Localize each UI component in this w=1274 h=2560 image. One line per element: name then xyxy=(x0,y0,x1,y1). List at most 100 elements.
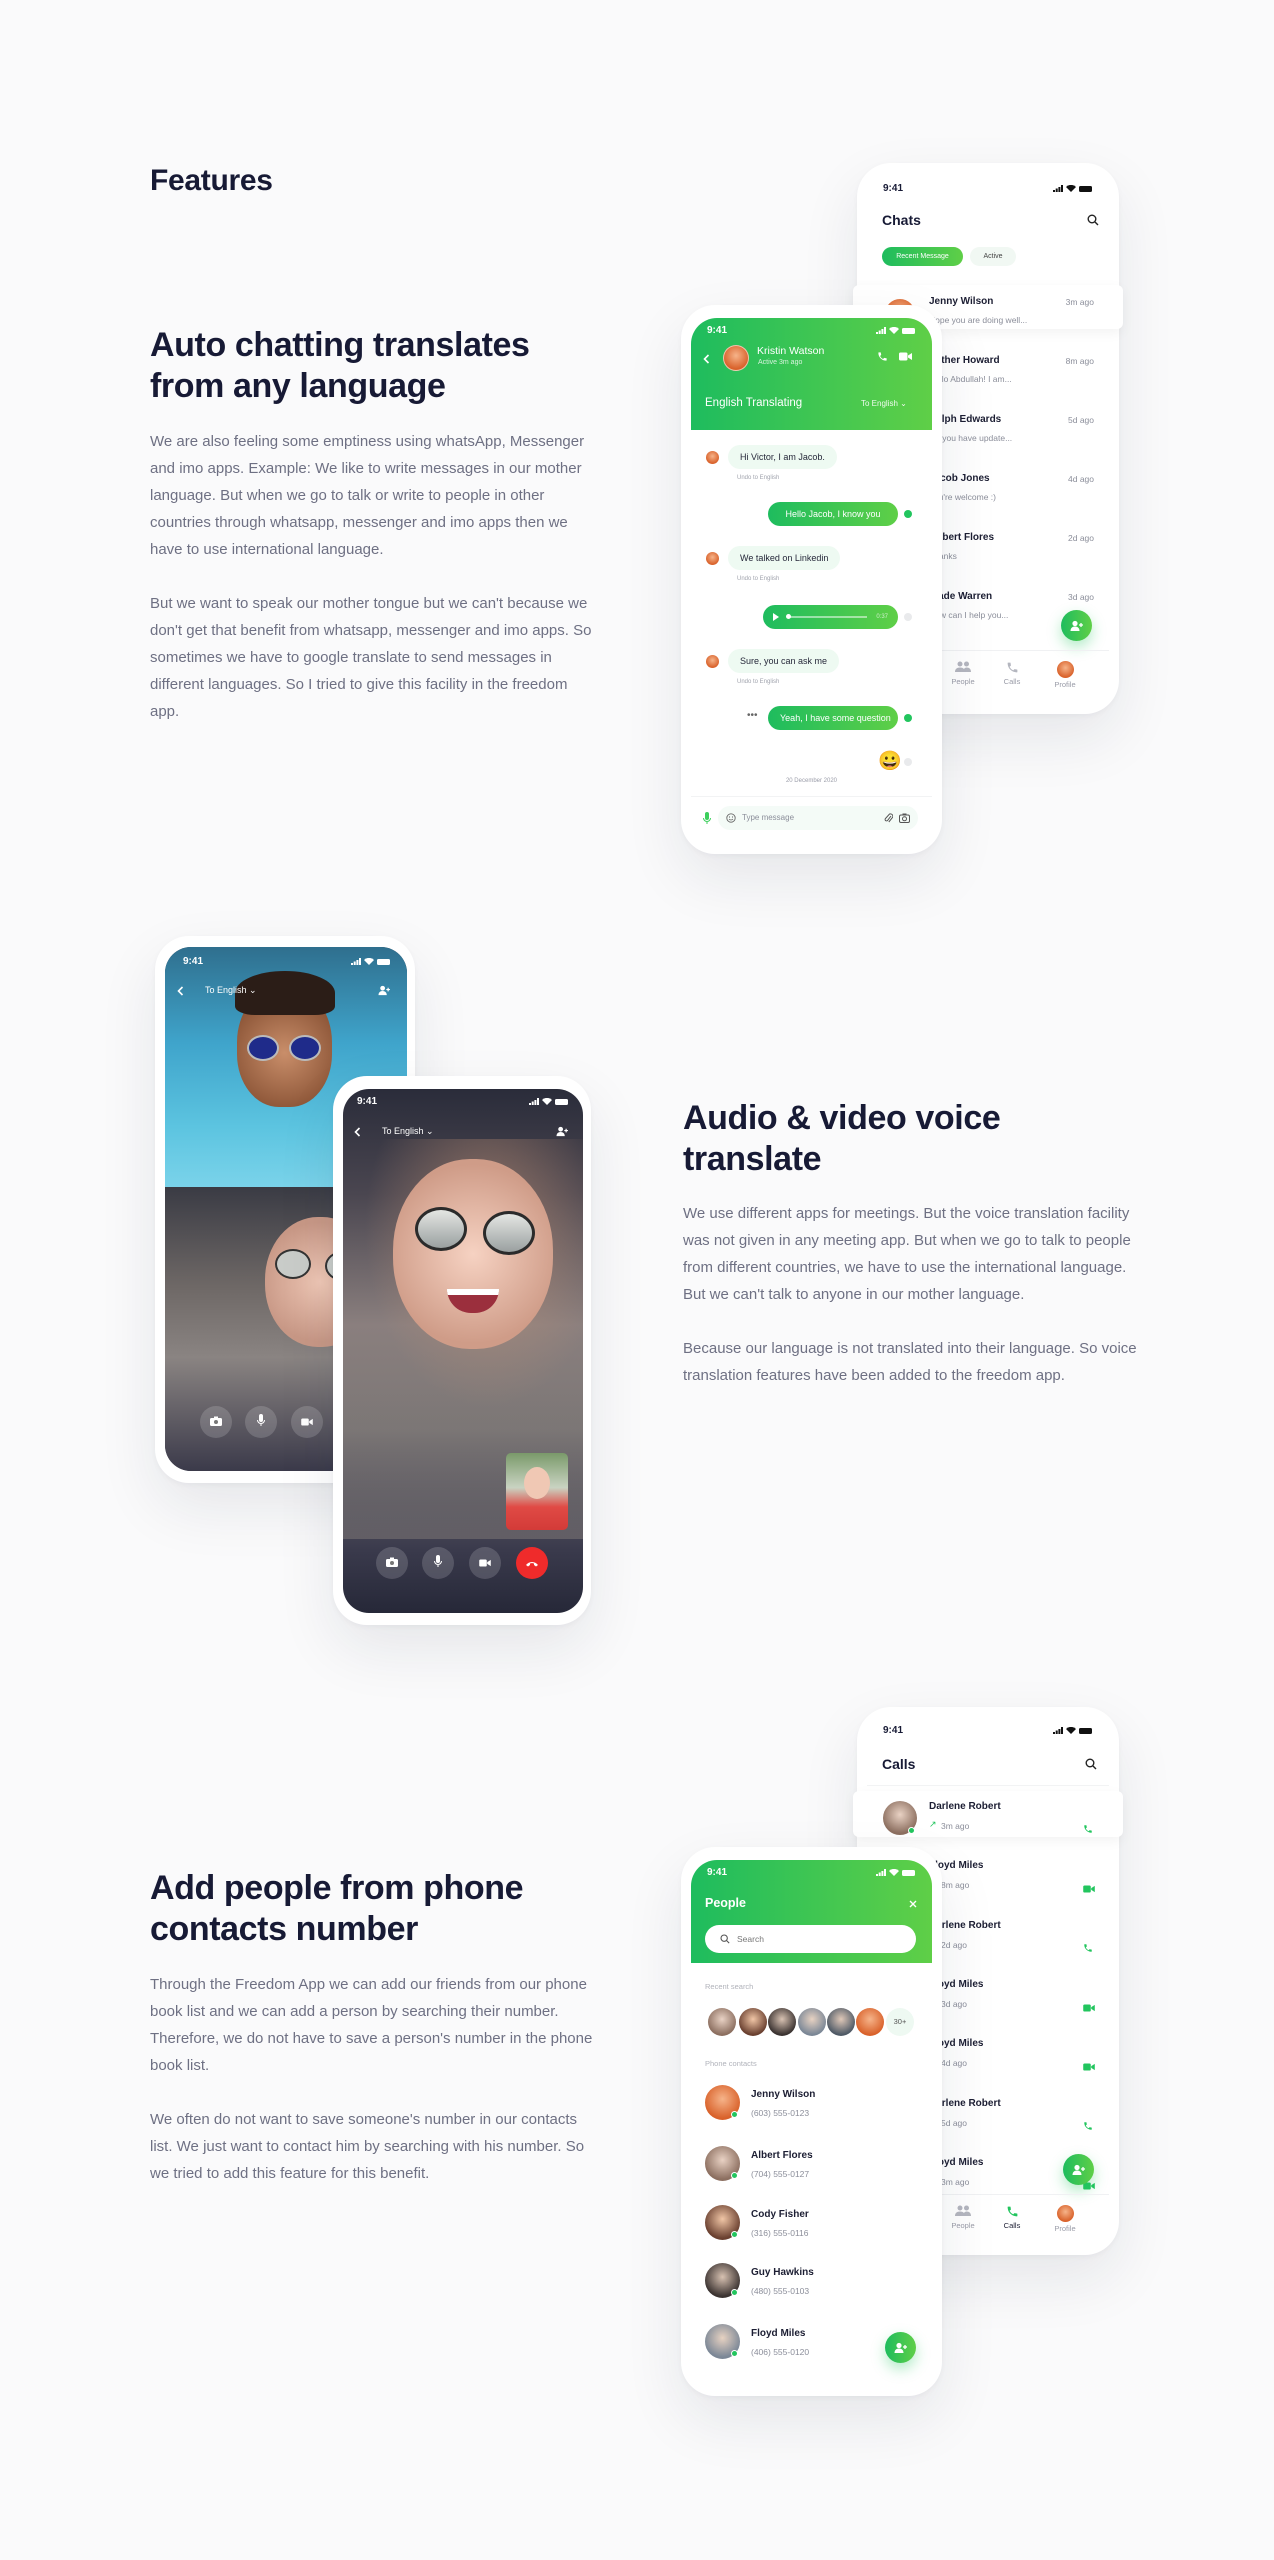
contact-phone: (704) 555-0127 xyxy=(751,2169,810,2179)
language-value: To English xyxy=(382,1126,424,1136)
back-chevron-icon[interactable] xyxy=(703,354,710,364)
add-person-icon[interactable] xyxy=(377,985,391,996)
search-icon[interactable] xyxy=(1085,1758,1097,1770)
undo-translation-link[interactable]: Undo to English xyxy=(737,679,779,685)
more-recent-badge[interactable]: 30+ xyxy=(886,2008,914,2036)
profile-avatar xyxy=(1056,2205,1074,2222)
language-select[interactable]: To English ⌄ xyxy=(382,1126,434,1137)
phone-icon[interactable] xyxy=(877,351,888,362)
attachment-icon[interactable] xyxy=(884,812,893,824)
feature-description: We use different apps for meetings. But … xyxy=(683,1200,1148,1416)
nav-people[interactable]: People xyxy=(943,2205,983,2230)
video-toggle-button[interactable] xyxy=(469,1547,501,1579)
search-icon[interactable] xyxy=(1087,214,1099,226)
more-options-icon[interactable]: ••• xyxy=(747,710,758,721)
close-icon[interactable] xyxy=(909,1900,917,1908)
camera-toggle-button[interactable] xyxy=(376,1547,408,1579)
timestamp: 4d ago xyxy=(1068,474,1094,484)
end-call-button[interactable] xyxy=(516,1547,548,1579)
video-call-icon[interactable] xyxy=(1083,2058,1095,2076)
language-select[interactable]: To English ⌄ xyxy=(861,399,907,408)
video-call-icon[interactable] xyxy=(899,352,912,361)
recent-contact-avatar[interactable] xyxy=(856,2008,884,2036)
add-contact-button[interactable] xyxy=(1061,610,1092,641)
conversation-header xyxy=(691,318,932,430)
add-contact-button[interactable] xyxy=(885,2332,916,2363)
battery-icon xyxy=(902,327,915,334)
phone-icon[interactable] xyxy=(1083,1940,1093,1958)
people-icon xyxy=(943,661,983,677)
self-view-video[interactable] xyxy=(506,1453,568,1530)
conversation-phone-mockup: 9:41 Kristin Watson Active 3m ago Englis… xyxy=(681,305,942,854)
camera-toggle-button[interactable] xyxy=(200,1406,232,1438)
status-icons xyxy=(1053,1727,1093,1734)
audio-progress-thumb[interactable] xyxy=(786,614,791,619)
camera-icon xyxy=(386,1554,398,1572)
nav-people[interactable]: People xyxy=(943,661,983,686)
chevron-down-icon: ⌄ xyxy=(900,399,907,408)
play-icon[interactable] xyxy=(773,613,779,621)
mute-button[interactable] xyxy=(245,1406,277,1438)
signal-icon xyxy=(876,1869,886,1876)
camera-icon[interactable] xyxy=(899,813,910,823)
divider xyxy=(867,1785,1109,1786)
tab-active[interactable]: Active xyxy=(970,247,1016,266)
recent-contact-avatar[interactable] xyxy=(708,2008,736,2036)
video-call-icon[interactable] xyxy=(1083,1999,1095,2017)
status-icons xyxy=(1053,185,1093,192)
message-input[interactable]: Type message xyxy=(718,806,918,830)
call-time: 4d ago xyxy=(941,2058,967,2069)
call-log-item[interactable]: Darlene Robert ↗ 3m ago xyxy=(857,1797,1119,1841)
search-input[interactable]: Search xyxy=(705,1925,916,1953)
heading-line: from any language xyxy=(150,367,446,405)
status-icons xyxy=(351,958,391,965)
call-time: 8m ago xyxy=(941,1880,970,1891)
heading-line: contacts number xyxy=(150,1910,418,1948)
online-indicator xyxy=(731,2289,738,2296)
signal-icon xyxy=(876,327,886,334)
contact-list-item[interactable]: Guy Hawkins (480) 555-0103 xyxy=(691,2261,932,2299)
microphone-icon[interactable] xyxy=(703,812,711,824)
contact-avatar[interactable] xyxy=(723,345,749,371)
mute-button[interactable] xyxy=(422,1547,454,1579)
paragraph: We often do not want to save someone's n… xyxy=(150,2111,585,2182)
translating-label: English Translating xyxy=(705,397,803,409)
contact-list-item[interactable]: Albert Flores (704) 555-0127 xyxy=(691,2144,932,2182)
video-toggle-button[interactable] xyxy=(291,1406,323,1438)
audio-progress-track xyxy=(787,616,867,618)
undo-translation-link[interactable]: Undo to English xyxy=(737,576,779,582)
recent-contact-avatar[interactable] xyxy=(739,2008,767,2036)
status-time: 9:41 xyxy=(183,956,204,967)
phone-icon[interactable] xyxy=(1083,2118,1093,2136)
read-check-icon xyxy=(904,714,912,722)
contact-name: Darlene Robert xyxy=(929,1801,1001,1812)
contact-name: Kristin Watson xyxy=(757,345,825,357)
status-icons xyxy=(876,1869,916,1876)
self-view-face xyxy=(524,1467,550,1499)
nav-calls[interactable]: Calls xyxy=(992,661,1032,686)
nav-profile[interactable]: Profile xyxy=(1045,2205,1085,2233)
page-title: Features xyxy=(150,164,273,197)
recent-contact-avatar[interactable] xyxy=(798,2008,826,2036)
undo-translation-link[interactable]: Undo to English xyxy=(737,475,779,481)
language-select[interactable]: To English ⌄ xyxy=(205,985,257,996)
divider xyxy=(691,796,932,797)
add-contact-button[interactable] xyxy=(1063,2154,1094,2185)
video-call-icon[interactable] xyxy=(1083,1880,1095,1898)
contact-list-item[interactable]: Cody Fisher (316) 555-0116 xyxy=(691,2203,932,2241)
recent-contact-avatar[interactable] xyxy=(827,2008,855,2036)
emoji-icon[interactable] xyxy=(726,813,736,823)
phone-icon[interactable] xyxy=(1083,1821,1093,1839)
back-chevron-icon[interactable] xyxy=(354,1127,361,1137)
video-icon xyxy=(301,1413,313,1431)
nav-profile[interactable]: Profile xyxy=(1045,661,1085,689)
nav-label: People xyxy=(951,2221,975,2230)
nav-calls[interactable]: Calls xyxy=(992,2205,1032,2230)
contact-list-item[interactable]: Jenny Wilson (603) 555-0123 xyxy=(691,2083,932,2121)
back-chevron-icon[interactable] xyxy=(177,986,184,996)
wifi-icon xyxy=(542,1098,552,1105)
recent-contact-avatar[interactable] xyxy=(768,2008,796,2036)
add-person-icon[interactable] xyxy=(555,1126,569,1137)
voice-message[interactable]: 0:37 xyxy=(763,605,898,629)
tab-recent-message[interactable]: Recent Message xyxy=(882,247,963,266)
